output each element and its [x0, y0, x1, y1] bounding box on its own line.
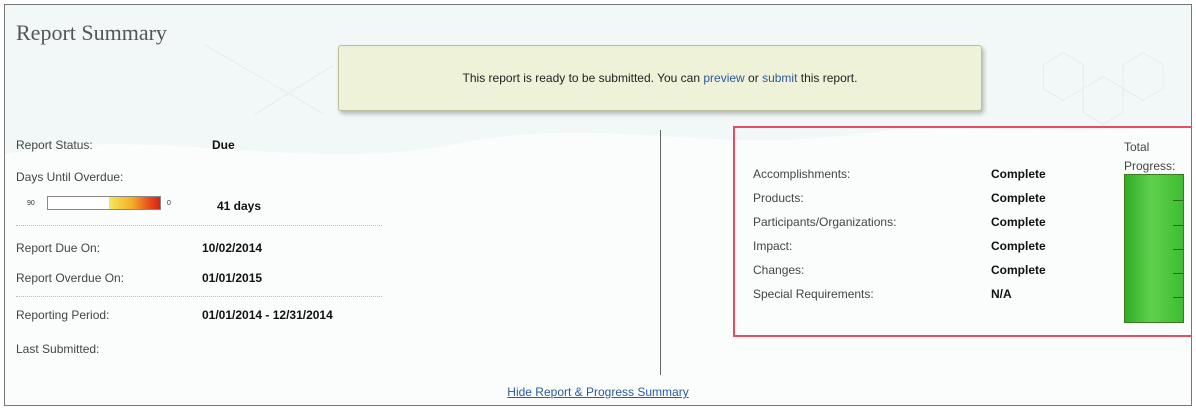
divider	[16, 296, 382, 297]
section-label: Participants/Organizations:	[753, 215, 897, 229]
section-label: Impact:	[753, 239, 793, 253]
section-status: N/A	[991, 287, 1012, 301]
report-overdue-label: Report Overdue On:	[16, 271, 125, 285]
column-divider	[660, 130, 661, 375]
days-until-overdue-label: Days Until Overdue:	[16, 170, 124, 184]
gauge-fill	[109, 197, 160, 209]
page-title: Report Summary	[16, 20, 167, 45]
gauge-bar	[47, 196, 161, 210]
divider	[16, 225, 382, 226]
gauge-max-label: 0	[167, 200, 171, 207]
total-progress-bar	[1124, 174, 1184, 323]
progress-tick	[1173, 297, 1183, 298]
preview-link[interactable]: preview	[703, 71, 744, 85]
section-label: Products:	[753, 191, 804, 205]
report-due-label: Report Due On:	[16, 241, 101, 255]
section-status: Complete	[991, 191, 1046, 205]
section-status: Complete	[991, 215, 1046, 229]
progress-tick	[1173, 273, 1183, 274]
gauge-min-label: 90	[27, 200, 35, 207]
report-status-label: Report Status:	[16, 138, 93, 152]
notice-text-after: this report.	[797, 71, 858, 85]
report-due-value: 10/02/2014	[202, 241, 263, 255]
hide-summary-link[interactable]: Hide Report & Progress Summary	[0, 385, 1196, 399]
progress-tick	[1173, 225, 1183, 226]
section-status: Complete	[991, 263, 1046, 277]
notice-text-middle: or	[744, 71, 763, 85]
submission-notice: This report is ready to be submitted. Yo…	[338, 45, 982, 111]
reporting-period-label: Reporting Period:	[16, 308, 110, 322]
section-label: Changes:	[753, 263, 805, 277]
submit-link[interactable]: submit	[762, 71, 797, 85]
section-status: Complete	[991, 167, 1046, 181]
total-progress-label-line1: Total	[1124, 140, 1150, 154]
last-submitted-label: Last Submitted:	[16, 342, 100, 356]
section-label: Special Requirements:	[753, 287, 874, 301]
report-overdue-value: 01/01/2015	[202, 271, 263, 285]
section-label: Accomplishments:	[753, 167, 851, 181]
total-progress-label: Total Progress:	[1124, 138, 1175, 176]
days-until-overdue-value: 41 days	[217, 199, 262, 213]
progress-tick	[1173, 249, 1183, 250]
section-status: Complete	[991, 239, 1046, 253]
report-status-value: Due	[212, 138, 235, 152]
notice-text-before: This report is ready to be submitted. Yo…	[462, 71, 704, 85]
reporting-period-value: 01/01/2014 - 12/31/2014	[202, 308, 333, 322]
progress-tick	[1173, 200, 1183, 201]
